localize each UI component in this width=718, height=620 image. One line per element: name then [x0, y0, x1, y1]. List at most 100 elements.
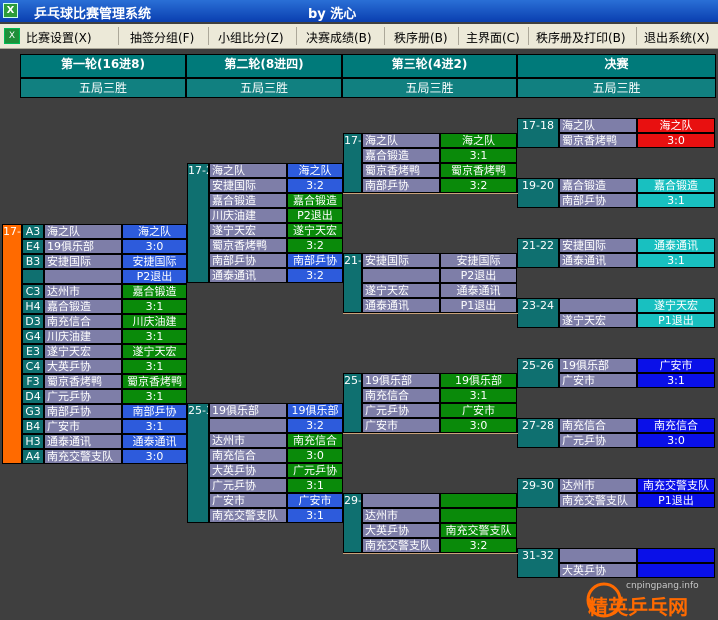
result-score: 3:1 — [440, 148, 517, 163]
team-name: 通泰通讯 — [209, 268, 287, 283]
seed-label: A3 — [22, 224, 44, 239]
seed-label: D3 — [22, 314, 44, 329]
result-winner: 川庆油建 — [122, 314, 187, 329]
seed-label: D4 — [22, 389, 44, 404]
team-name: 大英乒协 — [44, 359, 122, 374]
result-score: 3:0 — [637, 133, 715, 148]
bracket-connector — [343, 433, 518, 434]
result-winner: 蜀京香烤鸭 — [122, 374, 187, 389]
round3-label: 17-20 — [343, 133, 362, 193]
menu-item-exit[interactable]: 退出系统(X) — [644, 29, 710, 46]
result-score: P2退出 — [440, 268, 517, 283]
team-name: 广安市 — [209, 493, 287, 508]
team-name: 蜀京香烤鸭 — [362, 163, 440, 178]
result-winner — [637, 548, 715, 563]
team-name: 达州市 — [362, 508, 440, 523]
round-header: 第三轮(4进2) — [342, 54, 517, 78]
result-score: 3:1 — [122, 419, 187, 434]
result-winner: 海之队 — [637, 118, 715, 133]
team-name: 海之队 — [362, 133, 440, 148]
team-name: 嘉合锻造 — [44, 299, 122, 314]
excel-icon: X — [4, 28, 20, 44]
team-name: 安捷国际 — [362, 253, 440, 268]
final-label: 19-20 — [517, 178, 559, 208]
team-name: 通泰通讯 — [44, 434, 122, 449]
result-winner: 安捷国际 — [440, 253, 517, 268]
team-name: 蜀京香烤鸭 — [209, 238, 287, 253]
team-name: 广安市 — [559, 373, 637, 388]
menu-item-final-results[interactable]: 决赛成绩(B) — [306, 29, 372, 46]
result-winner: 19俱乐部 — [287, 403, 343, 418]
seed-label: G3 — [22, 404, 44, 419]
team-name — [559, 548, 637, 563]
result-score: 3:2 — [287, 268, 343, 283]
team-name — [44, 269, 122, 284]
round-rule: 五局三胜 — [186, 78, 342, 98]
team-name: 遂宁天宏 — [209, 223, 287, 238]
result-winner: 南充信合 — [287, 433, 343, 448]
result-score: 3:1 — [637, 193, 715, 208]
result-winner: 南充信合 — [637, 418, 715, 433]
seed-label: A4 — [22, 449, 44, 464]
team-name: 广安市 — [362, 418, 440, 433]
result-score — [637, 563, 715, 578]
round-header: 第二轮(8进四) — [186, 54, 342, 78]
team-name: 南充信合 — [362, 388, 440, 403]
menu-item-program-book[interactable]: 秩序册(B) — [394, 29, 448, 46]
excel-icon: X — [3, 3, 18, 18]
team-name: 南充信合 — [44, 314, 122, 329]
bracket-connector — [343, 193, 518, 194]
seed-label: H3 — [22, 434, 44, 449]
team-name: 大英乒协 — [362, 523, 440, 538]
result-score: 3:2 — [440, 178, 517, 193]
result-winner: 嘉合锻造 — [637, 178, 715, 193]
menu-item-main[interactable]: 主界面(C) — [466, 29, 520, 46]
bracket-connector — [343, 553, 518, 554]
team-name: 广元乒协 — [559, 433, 637, 448]
result-score: 3:1 — [122, 389, 187, 404]
team-name: 南充交警支队 — [44, 449, 122, 464]
final-label: 29-30 — [517, 478, 559, 508]
result-winner: 广安市 — [287, 493, 343, 508]
round-rule: 五局三胜 — [517, 78, 716, 98]
team-name: 通泰通讯 — [559, 253, 637, 268]
team-name: 南部乒协 — [362, 178, 440, 193]
team-name: 南部乒协 — [209, 253, 287, 268]
result-score: 3:1 — [637, 253, 715, 268]
result-winner: 遂宁天宏 — [287, 223, 343, 238]
team-name — [362, 493, 440, 508]
result-winner: 广安市 — [440, 403, 517, 418]
result-winner: 遂宁天宏 — [637, 298, 715, 313]
round2-label: 25-32 — [187, 403, 209, 523]
final-label: 21-22 — [517, 238, 559, 268]
result-winner: 南部乒协 — [287, 253, 343, 268]
team-name: 川庆油建 — [209, 208, 287, 223]
team-name: 蜀京香烤鸭 — [559, 133, 637, 148]
team-name: 遂宁天宏 — [559, 313, 637, 328]
result-score: 3:1 — [122, 299, 187, 314]
menu-item-draw-groups[interactable]: 抽签分组(F) — [130, 29, 194, 46]
result-winner: 嘉合锻造 — [122, 284, 187, 299]
menu-item-match-settings[interactable]: 比赛设置(X) — [26, 29, 92, 46]
round1-label: 17-32 — [2, 224, 22, 464]
seed-label: G4 — [22, 329, 44, 344]
result-score: 3:1 — [122, 359, 187, 374]
result-score: P1退出 — [440, 298, 517, 313]
team-name — [362, 268, 440, 283]
team-name: 安捷国际 — [209, 178, 287, 193]
result-score: 3:1 — [440, 388, 517, 403]
menu-item-group-scores[interactable]: 小组比分(Z) — [218, 29, 284, 46]
team-name: 南充交警支队 — [559, 493, 637, 508]
result-winner: 海之队 — [287, 163, 343, 178]
seed-label — [22, 269, 44, 284]
team-name: 达州市 — [209, 433, 287, 448]
team-name: 海之队 — [559, 118, 637, 133]
menu-item-program-print[interactable]: 秩序册及打印(B) — [536, 29, 626, 46]
seed-label: C4 — [22, 359, 44, 374]
result-winner: 19俱乐部 — [440, 373, 517, 388]
team-name: 南部乒协 — [559, 193, 637, 208]
team-name: 大英乒协 — [209, 463, 287, 478]
result-winner: 蜀京香烤鸭 — [440, 163, 517, 178]
seed-label: F3 — [22, 374, 44, 389]
team-name: 南充交警支队 — [209, 508, 287, 523]
